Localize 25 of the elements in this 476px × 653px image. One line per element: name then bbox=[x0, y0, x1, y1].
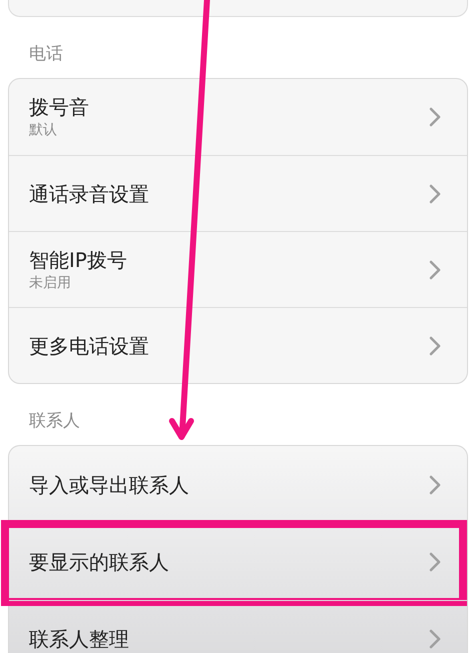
settings-row[interactable]: 更多电话设置 bbox=[9, 307, 467, 383]
row-title: 更多电话设置 bbox=[29, 332, 150, 358]
row-title: 智能IP拨号 bbox=[29, 246, 128, 272]
row-title: 联系人整理 bbox=[29, 626, 130, 652]
chevron-right-icon bbox=[429, 552, 441, 572]
settings-row[interactable]: 拨号音 默认 bbox=[9, 79, 467, 155]
settings-row[interactable]: 要显示的联系人 bbox=[9, 523, 467, 600]
settings-row[interactable]: 智能IP拨号 未启用 bbox=[9, 231, 467, 307]
row-subtitle: 未启用 bbox=[29, 274, 72, 292]
chevron-right-icon bbox=[429, 474, 441, 494]
row-title: 拨号音 bbox=[29, 94, 90, 120]
settings-row[interactable]: 联系人整理 bbox=[9, 600, 467, 653]
settings-row[interactable]: 导入或导出联系人 bbox=[9, 446, 467, 523]
row-title: 导入或导出联系人 bbox=[29, 472, 190, 498]
chevron-right-icon bbox=[429, 260, 441, 280]
settings-row[interactable]: 通话录音设置 bbox=[9, 155, 467, 231]
row-title: 要显示的联系人 bbox=[29, 549, 170, 575]
section-header: 电话 bbox=[29, 44, 63, 64]
chevron-right-icon bbox=[429, 107, 441, 127]
row-subtitle: 默认 bbox=[29, 121, 58, 140]
chevron-right-icon bbox=[429, 184, 441, 204]
section-header: 联系人 bbox=[29, 411, 80, 431]
chevron-right-icon bbox=[429, 629, 441, 649]
row-title: 通话录音设置 bbox=[29, 180, 150, 206]
chevron-right-icon bbox=[429, 336, 441, 356]
